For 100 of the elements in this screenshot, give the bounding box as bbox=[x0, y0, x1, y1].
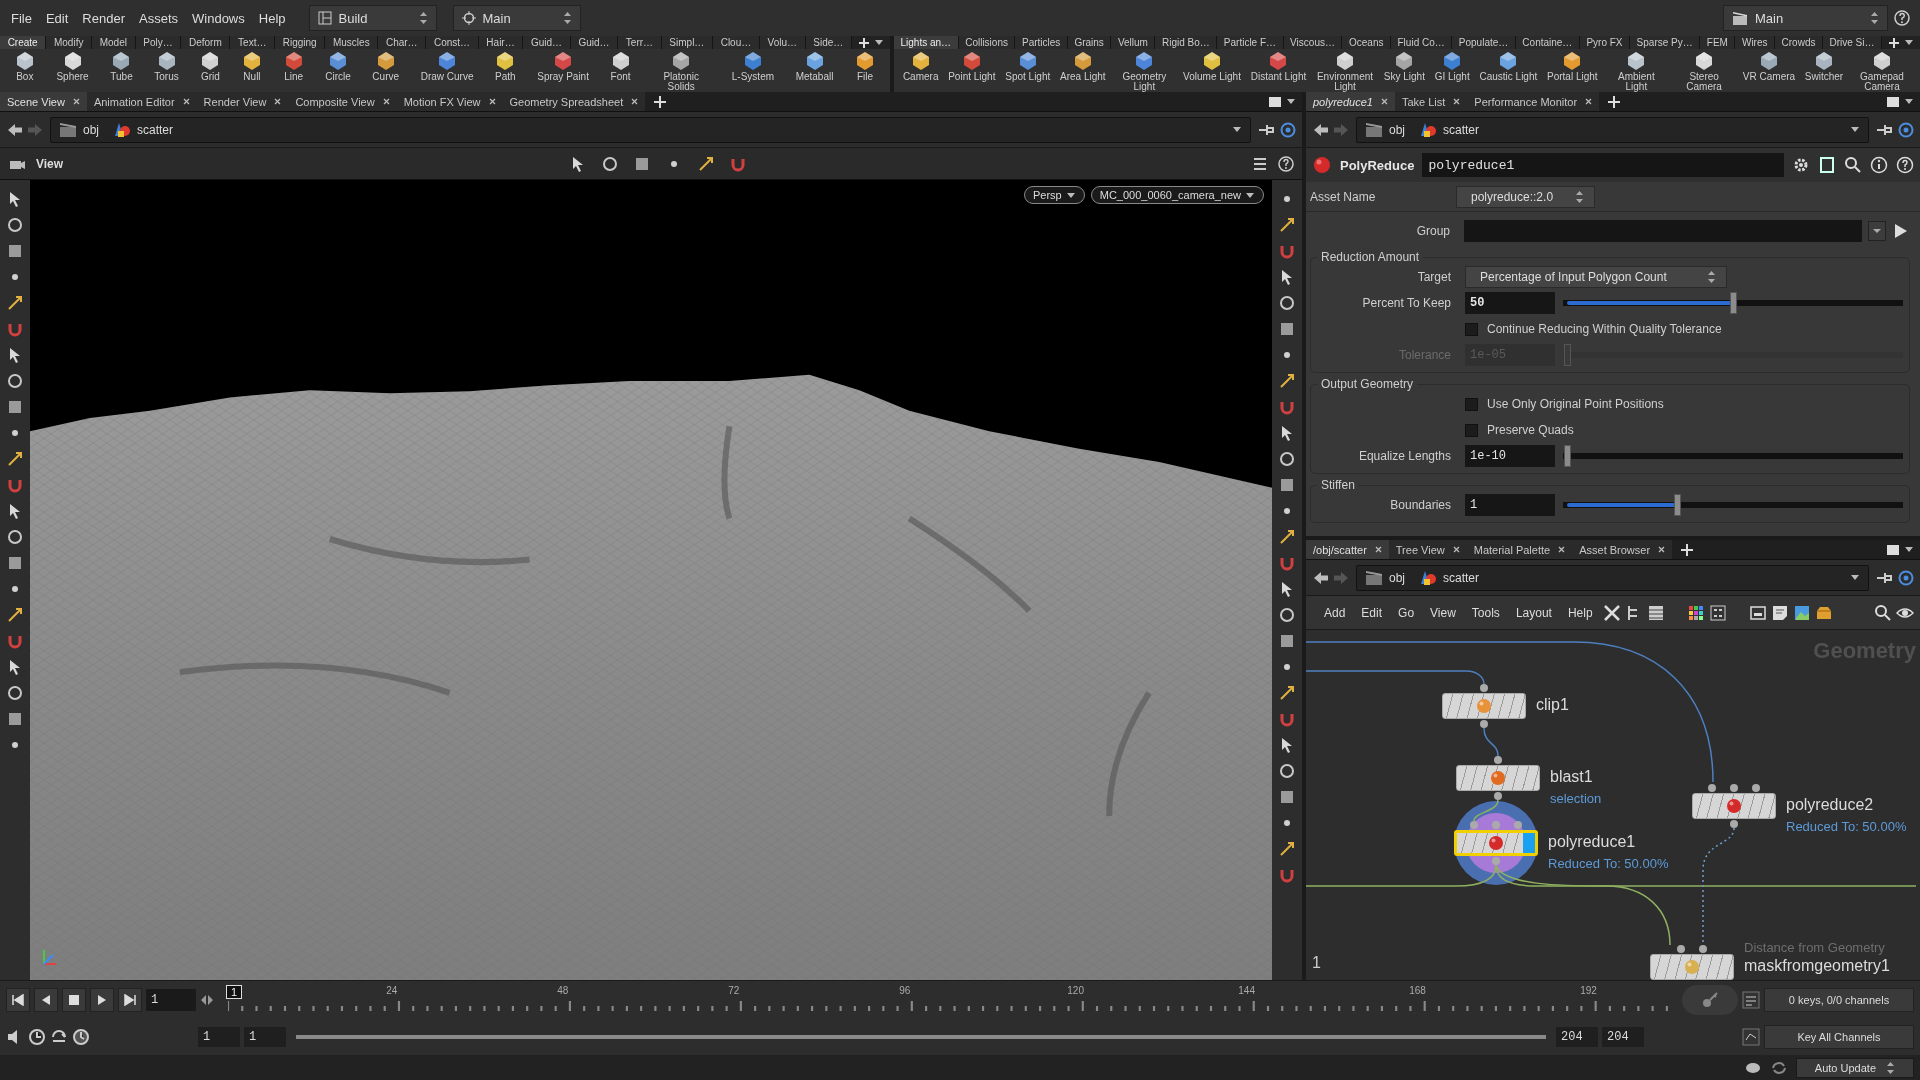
shelf-tab[interactable]: Create bbox=[0, 36, 47, 49]
shelf-tab[interactable]: Particles bbox=[1015, 36, 1068, 49]
range-start-field[interactable]: 1 bbox=[198, 1026, 240, 1047]
menu-item[interactable]: Go bbox=[1392, 605, 1421, 620]
circle-icon[interactable] bbox=[1278, 450, 1296, 468]
circle-icon[interactable] bbox=[6, 528, 24, 546]
clock-icon[interactable] bbox=[72, 1027, 90, 1046]
shelf-tab[interactable]: Particle F… bbox=[1217, 36, 1284, 49]
bookmark-icon[interactable] bbox=[1818, 156, 1836, 174]
circle-icon[interactable] bbox=[6, 216, 24, 234]
shelf-tool[interactable]: Tube bbox=[108, 51, 135, 82]
node-output-connector[interactable] bbox=[1492, 857, 1500, 865]
up-down-arrows-icon[interactable] bbox=[418, 11, 428, 25]
play-button[interactable] bbox=[90, 987, 114, 1012]
shelf-tool[interactable]: Platonic Solids bbox=[650, 51, 713, 92]
shelf-tool[interactable]: Volume Light bbox=[1181, 51, 1243, 82]
pane-menu-caret-icon[interactable] bbox=[1904, 545, 1914, 554]
shelf-tool[interactable]: Line bbox=[281, 51, 306, 82]
shelf-tab[interactable]: FEM bbox=[1700, 36, 1736, 49]
menu-item[interactable]: Render bbox=[75, 10, 132, 26]
target-icon[interactable] bbox=[1898, 121, 1914, 138]
menu-item[interactable]: File bbox=[4, 10, 39, 26]
current-frame-marker[interactable]: 1 bbox=[226, 984, 243, 999]
desktop-selector[interactable]: Build bbox=[308, 5, 437, 31]
shelf-tab[interactable]: Char… bbox=[378, 36, 427, 49]
menu-item[interactable]: Assets bbox=[132, 10, 185, 26]
realtime-icon[interactable] bbox=[28, 1027, 46, 1046]
up-down-arrows-icon[interactable] bbox=[562, 11, 572, 25]
pane-tab[interactable]: Composite View bbox=[288, 92, 397, 111]
network-box-icon[interactable] bbox=[1748, 603, 1767, 622]
node-input-connector[interactable] bbox=[1677, 945, 1685, 953]
shelf-tool[interactable]: Stereo Camera bbox=[1673, 51, 1736, 92]
shelf-tool[interactable]: Font bbox=[608, 51, 633, 82]
shelf-tab[interactable]: Side… bbox=[805, 36, 852, 49]
node-input-connector[interactable] bbox=[1480, 684, 1488, 692]
shelf-tab[interactable]: Model bbox=[92, 36, 136, 49]
slider-thumb[interactable] bbox=[1673, 494, 1681, 516]
step-icon[interactable] bbox=[200, 992, 214, 1007]
menu-item[interactable]: Layout bbox=[1509, 605, 1558, 620]
menu-item[interactable]: Edit bbox=[38, 10, 76, 26]
desktop-selector[interactable]: Main bbox=[452, 5, 581, 31]
slider-thumb[interactable] bbox=[1730, 292, 1737, 314]
close-icon[interactable] bbox=[1453, 98, 1461, 105]
menu-item[interactable]: Tools bbox=[1465, 605, 1506, 620]
pane-tab[interactable]: Take List bbox=[1394, 92, 1468, 111]
shelf-tab[interactable]: Populate… bbox=[1452, 36, 1516, 49]
handle-icon[interactable] bbox=[1278, 840, 1296, 858]
pane-menu-caret-icon[interactable] bbox=[1286, 97, 1296, 106]
help-icon[interactable] bbox=[1278, 155, 1294, 172]
close-icon[interactable] bbox=[488, 98, 496, 105]
shelf-tool[interactable]: Switcher bbox=[1802, 51, 1846, 82]
shelf-tool[interactable]: Torus bbox=[152, 51, 181, 82]
shelf-tool[interactable]: Box bbox=[12, 51, 37, 82]
square-icon[interactable] bbox=[1278, 632, 1296, 650]
add-tab-icon[interactable] bbox=[653, 94, 668, 109]
shelf-tool[interactable]: Camera bbox=[900, 51, 941, 82]
pane-tab[interactable]: Tree View bbox=[1388, 540, 1467, 559]
path-segment[interactable]: obj bbox=[1365, 569, 1405, 586]
shelf-tool[interactable]: Sphere bbox=[54, 51, 91, 82]
network-node[interactable] bbox=[1454, 830, 1538, 856]
up-down-arrows-icon[interactable] bbox=[1886, 1060, 1895, 1075]
dropdown-caret-icon[interactable] bbox=[1245, 190, 1255, 200]
node-input-connector[interactable] bbox=[1699, 945, 1707, 953]
node-input-connector[interactable] bbox=[1708, 784, 1716, 792]
key-options-icon[interactable] bbox=[1742, 1027, 1760, 1046]
shelf-tab[interactable]: Sparse Py… bbox=[1630, 36, 1701, 49]
path-segment[interactable]: scatter bbox=[1419, 569, 1480, 586]
handle-icon[interactable] bbox=[1278, 684, 1296, 702]
shelf-tab[interactable]: Simpl… bbox=[661, 36, 714, 49]
range-end-field[interactable]: 204 bbox=[1556, 1026, 1598, 1047]
shelf-tab[interactable]: Text… bbox=[230, 36, 276, 49]
close-icon[interactable] bbox=[182, 98, 190, 105]
range-start-field[interactable]: 1 bbox=[244, 1026, 286, 1047]
help-icon[interactable] bbox=[1896, 156, 1914, 174]
handle-icon[interactable] bbox=[1278, 528, 1296, 546]
shelf-tab[interactable]: Containe… bbox=[1515, 36, 1580, 49]
shelf-tab[interactable]: Lights an… bbox=[894, 36, 959, 49]
shelf-tool[interactable]: Environment Light bbox=[1314, 51, 1377, 92]
maximize-icon[interactable] bbox=[1886, 542, 1900, 557]
path-dropdown-icon[interactable] bbox=[1850, 573, 1860, 582]
jump-to-end-button[interactable] bbox=[118, 987, 142, 1012]
close-icon[interactable] bbox=[274, 98, 282, 105]
shelf-tab[interactable]: Collisions bbox=[958, 36, 1016, 49]
value-field[interactable]: 50 bbox=[1465, 292, 1555, 314]
node-input-connector[interactable] bbox=[1752, 784, 1760, 792]
shelf-tool[interactable]: Point Light bbox=[946, 51, 998, 82]
up-down-arrows-icon[interactable] bbox=[1870, 11, 1879, 25]
circle-icon[interactable] bbox=[1278, 762, 1296, 780]
layout-icon[interactable] bbox=[317, 11, 332, 25]
pane-tab[interactable]: Geometry Spreadsheet bbox=[502, 92, 646, 111]
shelf-tool[interactable]: Curve bbox=[370, 51, 402, 82]
desktop-selector[interactable]: Main bbox=[1723, 5, 1888, 31]
menu-item[interactable]: View bbox=[1424, 605, 1462, 620]
crosshair-icon[interactable] bbox=[461, 11, 476, 25]
node-name-field[interactable]: polyreduce1 bbox=[1422, 153, 1784, 177]
network-node[interactable] bbox=[1442, 693, 1526, 719]
jump-to-start-button[interactable] bbox=[6, 987, 30, 1012]
node-input-connector[interactable] bbox=[1494, 756, 1502, 764]
help-icon[interactable] bbox=[1894, 10, 1910, 26]
path-dropdown-icon[interactable] bbox=[1850, 125, 1860, 134]
